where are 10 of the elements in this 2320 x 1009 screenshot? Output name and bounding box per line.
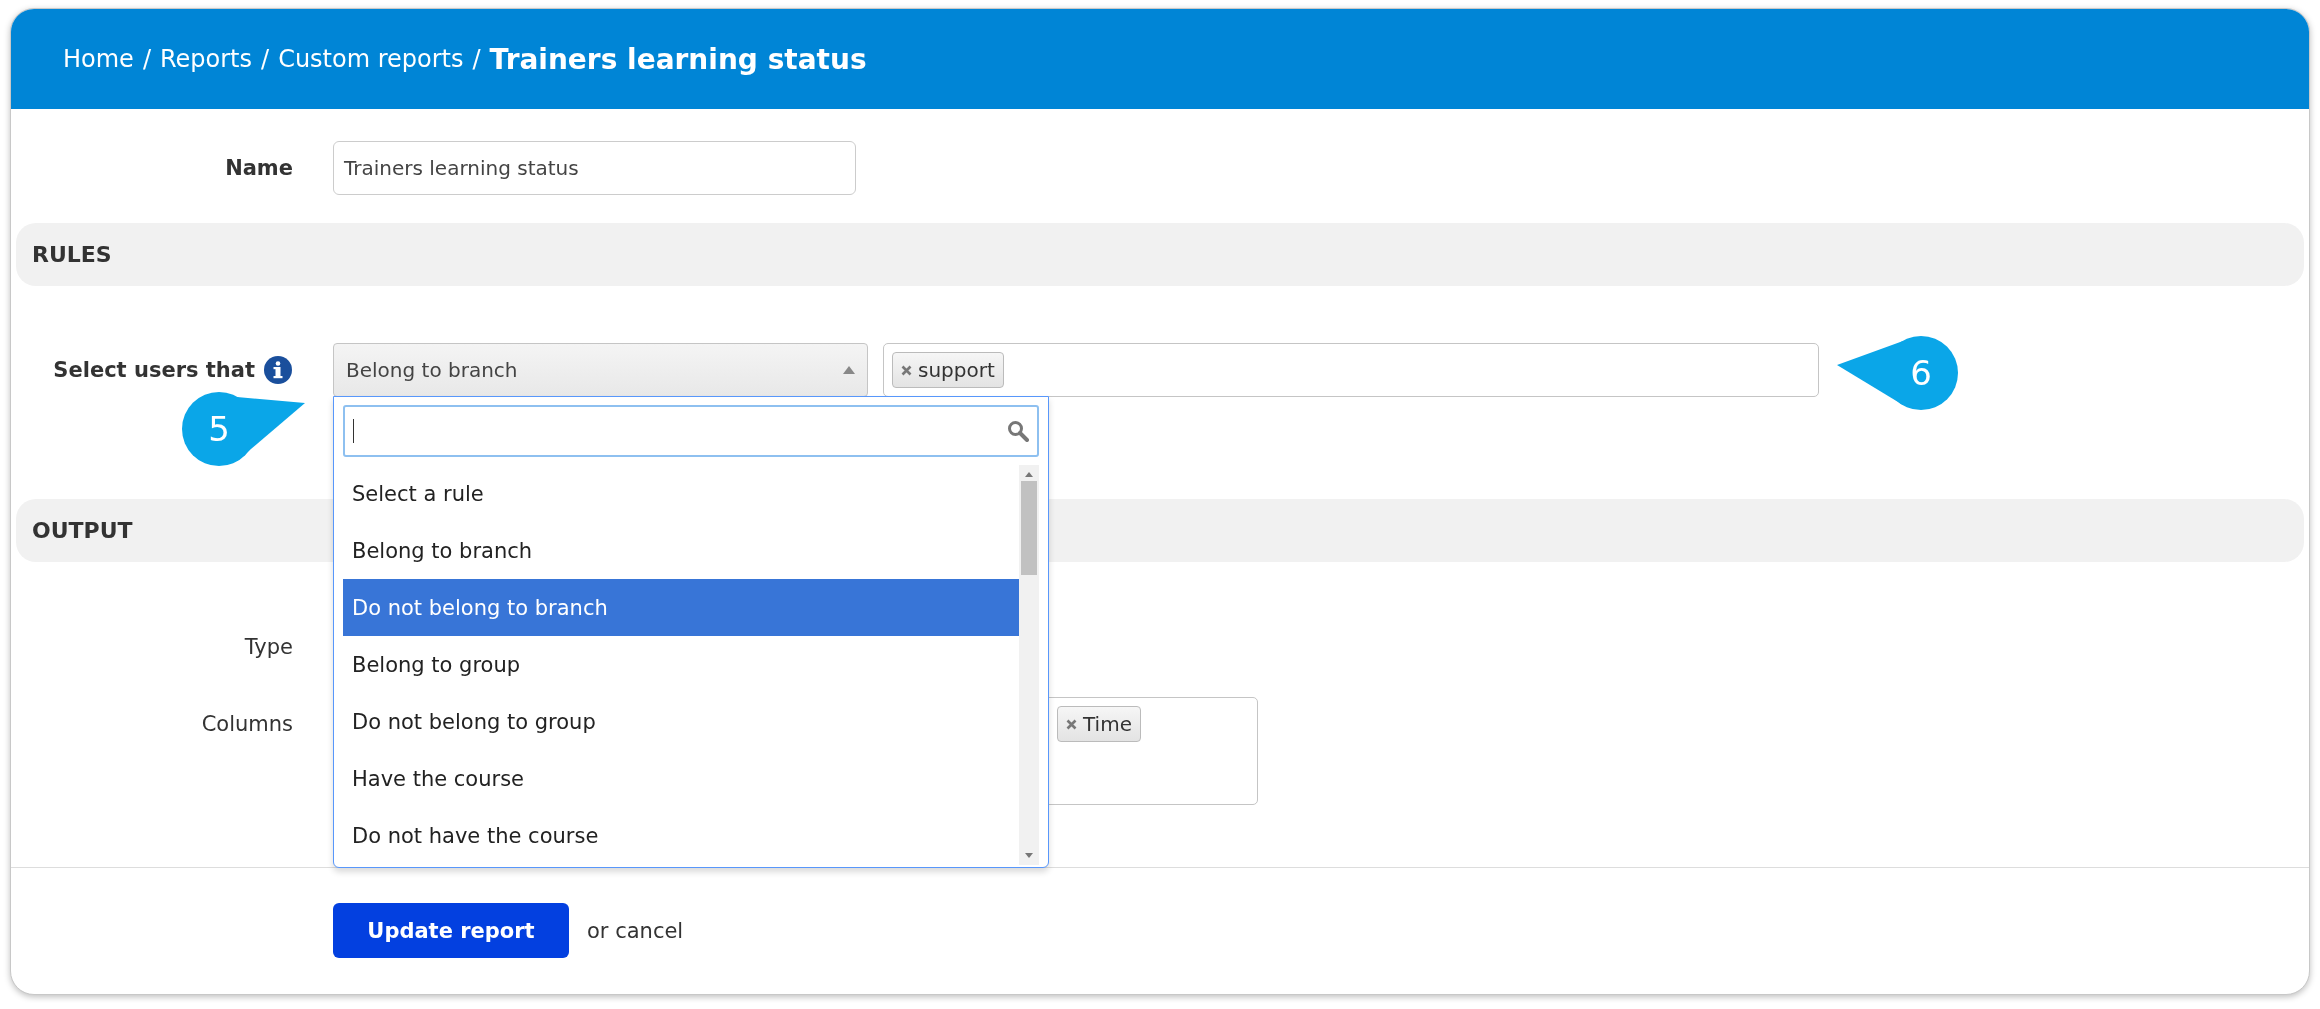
field-label: Columns [201,712,293,736]
field-label: Select users that [53,358,255,382]
field-label: Type [244,635,293,659]
breadcrumb-separator: / [472,45,481,73]
breadcrumb-separator: / [261,45,270,73]
page-title: Trainers learning status [489,42,867,76]
breadcrumb-separator: / [142,45,151,73]
section-title: OUTPUT [32,518,133,543]
field-label: Name [225,156,293,180]
section-title: RULES [32,242,112,267]
